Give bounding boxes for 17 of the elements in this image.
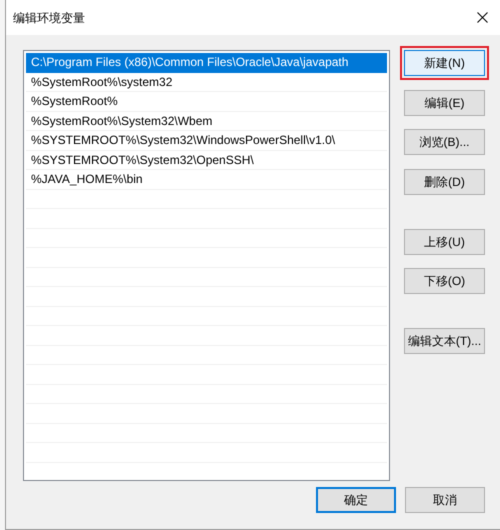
- side-button[interactable]: 编辑(E): [404, 90, 485, 116]
- close-icon[interactable]: [477, 12, 488, 23]
- side-button[interactable]: 浏览(B)...: [404, 129, 485, 155]
- list-item[interactable]: C:\Program Files (x86)\Common Files\Oracle\Java\javapath: [26, 53, 387, 72]
- side-button[interactable]: 编辑文本(T)...: [404, 328, 485, 354]
- dialog-button[interactable]: 取消: [405, 487, 485, 513]
- side-button[interactable]: 下移(O): [404, 268, 485, 294]
- list-item[interactable]: %SYSTEMROOT%\System32\WindowsPowerShell\v1.0\: [26, 131, 387, 150]
- window-title: 编辑环境变量: [13, 10, 85, 26]
- list-item[interactable]: %JAVA_HOME%\bin: [26, 170, 387, 190]
- list-item[interactable]: %SystemRoot%\system32: [26, 72, 387, 92]
- dialog-button[interactable]: 确定: [316, 487, 396, 513]
- list-item[interactable]: %SystemRoot%\System32\Wbem: [26, 112, 387, 131]
- side-button[interactable]: 上移(U): [404, 228, 485, 254]
- list-item[interactable]: %SYSTEMROOT%\System32\OpenSSH\: [26, 150, 387, 170]
- list-item[interactable]: %SystemRoot%: [26, 92, 387, 112]
- side-button[interactable]: 删除(D): [404, 168, 485, 194]
